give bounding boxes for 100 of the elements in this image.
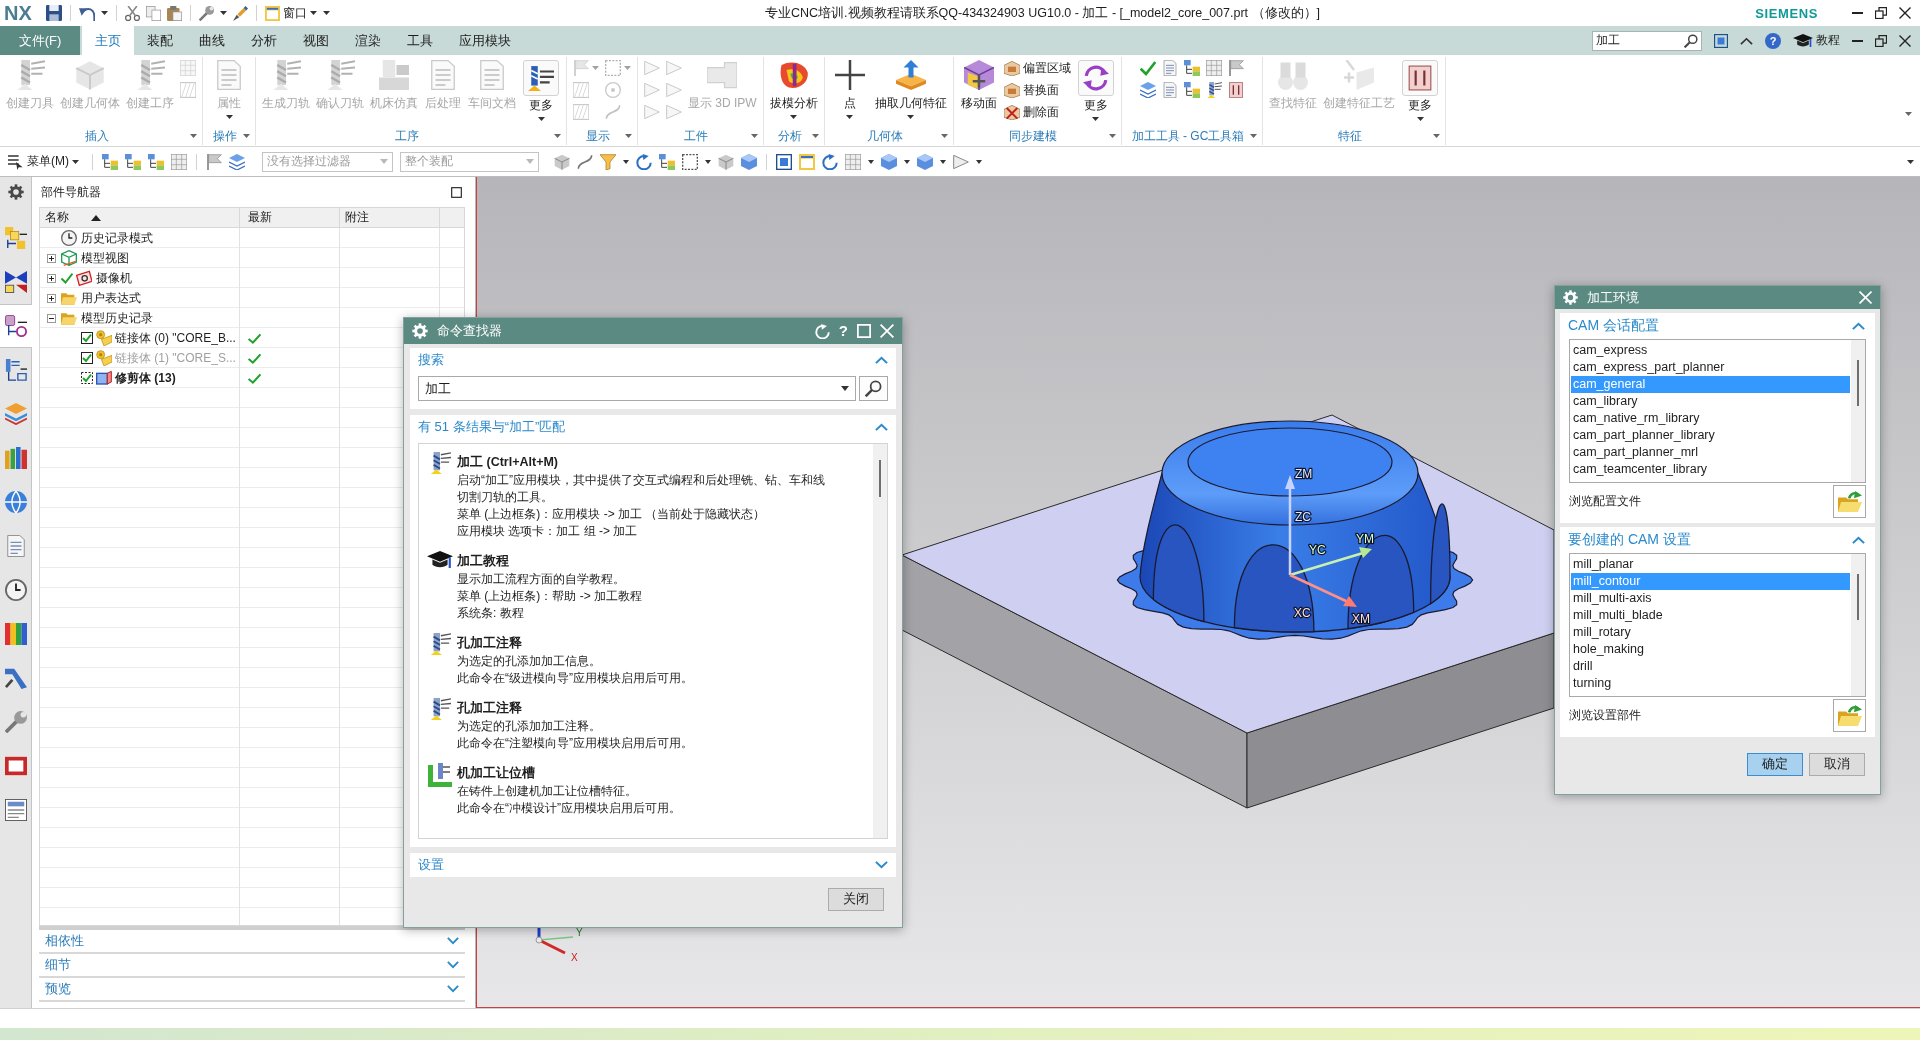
cube-icon[interactable]	[554, 153, 570, 170]
list-item[interactable]: cam_library	[1571, 393, 1850, 410]
gear-icon[interactable]	[412, 323, 428, 339]
list-item[interactable]: cam_native_rm_library	[1571, 410, 1850, 427]
caret-icon[interactable]	[976, 159, 982, 164]
caret-icon[interactable]	[1433, 134, 1441, 138]
chevron-up-icon[interactable]	[1740, 36, 1753, 45]
caret-icon[interactable]	[904, 159, 910, 164]
caret-icon[interactable]	[1907, 159, 1914, 164]
ribbon-tab[interactable]: 视图	[290, 26, 342, 55]
close-icon[interactable]	[1899, 34, 1911, 47]
ribbon-button[interactable]: 更多	[522, 57, 560, 121]
ribbon-tab[interactable]: 装配	[134, 26, 186, 55]
checkbox[interactable]	[81, 332, 93, 344]
resource-tab[interactable]	[0, 304, 32, 348]
filter-icon[interactable]	[600, 153, 616, 170]
list-item[interactable]: mill_rotary	[1571, 624, 1850, 641]
ribbon-button[interactable]: 移动面	[959, 57, 998, 110]
undo-icon[interactable]	[78, 5, 95, 21]
tree-icon[interactable]	[148, 153, 164, 170]
ribbon-button[interactable]: 拔模分析	[769, 57, 818, 119]
ribbon-tab[interactable]: 应用模块	[446, 26, 524, 55]
list-item[interactable]: turning	[1571, 675, 1850, 692]
caret-icon[interactable]	[219, 11, 227, 15]
ribbon-tab[interactable]: 工具	[394, 26, 446, 55]
column-header[interactable]: 附注	[340, 208, 440, 227]
save-icon[interactable]	[45, 5, 62, 21]
tool-button[interactable]	[1184, 58, 1200, 78]
brush-icon[interactable]	[232, 5, 248, 21]
selection-box-icon[interactable]	[682, 153, 698, 170]
ribbon-tab[interactable]: 分析	[238, 26, 290, 55]
tutorial-button[interactable]: 教程	[1793, 32, 1840, 49]
column-header[interactable]: 最新	[240, 208, 340, 227]
caret-icon[interactable]	[623, 159, 629, 164]
section-header[interactable]: 要创建的 CAM 设置	[1560, 527, 1875, 553]
tool-button[interactable]	[1228, 80, 1244, 100]
caret-icon[interactable]	[554, 134, 561, 138]
restore-icon[interactable]	[1875, 7, 1887, 19]
search-field[interactable]: 加工	[418, 376, 856, 401]
caret-icon[interactable]	[1108, 134, 1116, 138]
help-button[interactable]: ?	[838, 323, 848, 339]
caret-icon[interactable]	[625, 134, 632, 138]
cube-icon[interactable]	[718, 153, 734, 170]
gear-icon[interactable]	[1563, 290, 1578, 305]
search-button[interactable]	[859, 376, 888, 401]
dialog-button[interactable]: 取消	[1809, 753, 1865, 776]
list-item[interactable]: cam_express	[1571, 342, 1850, 359]
caret-icon[interactable]	[750, 134, 758, 138]
plus-box-icon[interactable]	[46, 293, 56, 303]
list-item[interactable]: cam_part_planner_mrl	[1571, 444, 1850, 461]
tree-node-label[interactable]: 摄像机	[96, 269, 132, 287]
tree-node-label[interactable]: 模型视图	[81, 249, 129, 267]
ribbon-button[interactable]: 更多	[1401, 57, 1440, 121]
maximize-icon[interactable]	[451, 186, 462, 198]
list-item[interactable]: hole_making	[1571, 641, 1850, 658]
caret-icon[interactable]	[868, 159, 874, 164]
scrollbar[interactable]	[873, 444, 887, 838]
ribbon-tab[interactable]: 曲线	[186, 26, 238, 55]
tree-icon[interactable]	[125, 153, 141, 170]
list-item[interactable]: cam_teamcenter_library	[1571, 461, 1850, 478]
dialog-button[interactable]: 确定	[1747, 753, 1803, 776]
checkbox[interactable]	[81, 352, 93, 364]
browse-button[interactable]	[1833, 485, 1866, 518]
window-menu-button[interactable]: 窗口	[264, 4, 317, 22]
ribbon-tab[interactable]: 渲染	[342, 26, 394, 55]
caret-icon[interactable]	[100, 11, 108, 15]
section-header[interactable]: 设置	[410, 853, 896, 877]
ribbon-button[interactable]: 删除面	[1003, 102, 1071, 122]
scrollbar-thumb[interactable]	[1857, 360, 1859, 406]
tree-node-label[interactable]: 链接体 (0) "CORE_B...	[115, 329, 236, 347]
shaded-cube-icon[interactable]	[917, 153, 933, 170]
file-menu-button[interactable]: 文件(F)	[0, 26, 80, 55]
tree-icon[interactable]	[659, 153, 675, 170]
caret-icon[interactable]	[1250, 134, 1258, 138]
layers-icon[interactable]	[229, 153, 245, 170]
clipboard-icon[interactable]	[166, 5, 182, 21]
gear-icon[interactable]	[7, 184, 24, 200]
curve-icon[interactable]	[577, 153, 593, 170]
frame-icon[interactable]	[1714, 33, 1728, 48]
checkbox[interactable]	[81, 372, 93, 384]
triangle-icon[interactable]	[953, 153, 969, 170]
list-item[interactable]: mill_multi-axis	[1571, 590, 1850, 607]
help-button[interactable]: ?	[1765, 32, 1781, 49]
section-header[interactable]: CAM 会话配置	[1560, 313, 1875, 339]
ribbon-button[interactable]: 点	[830, 57, 869, 119]
close-icon[interactable]	[1899, 7, 1911, 19]
panel-header[interactable]: 相依性	[39, 930, 465, 954]
tree-node-label[interactable]: 模型历史记录	[81, 309, 153, 327]
ribbon-button[interactable]: 替换面	[1003, 80, 1071, 100]
close-button[interactable]: 关闭	[828, 888, 884, 911]
window-icon[interactable]	[799, 153, 815, 170]
menu-button[interactable]: 菜单(M)	[8, 153, 79, 170]
list-item[interactable]: mill_multi_blade	[1571, 607, 1850, 624]
caret-icon[interactable]	[940, 159, 946, 164]
browse-button[interactable]	[1833, 699, 1866, 732]
tool-button[interactable]	[1184, 80, 1200, 100]
panel-header[interactable]: 预览	[39, 978, 465, 1002]
scrollbar[interactable]	[1851, 554, 1865, 696]
plus-box-icon[interactable]	[46, 273, 56, 283]
plus-box-icon[interactable]	[46, 253, 56, 263]
